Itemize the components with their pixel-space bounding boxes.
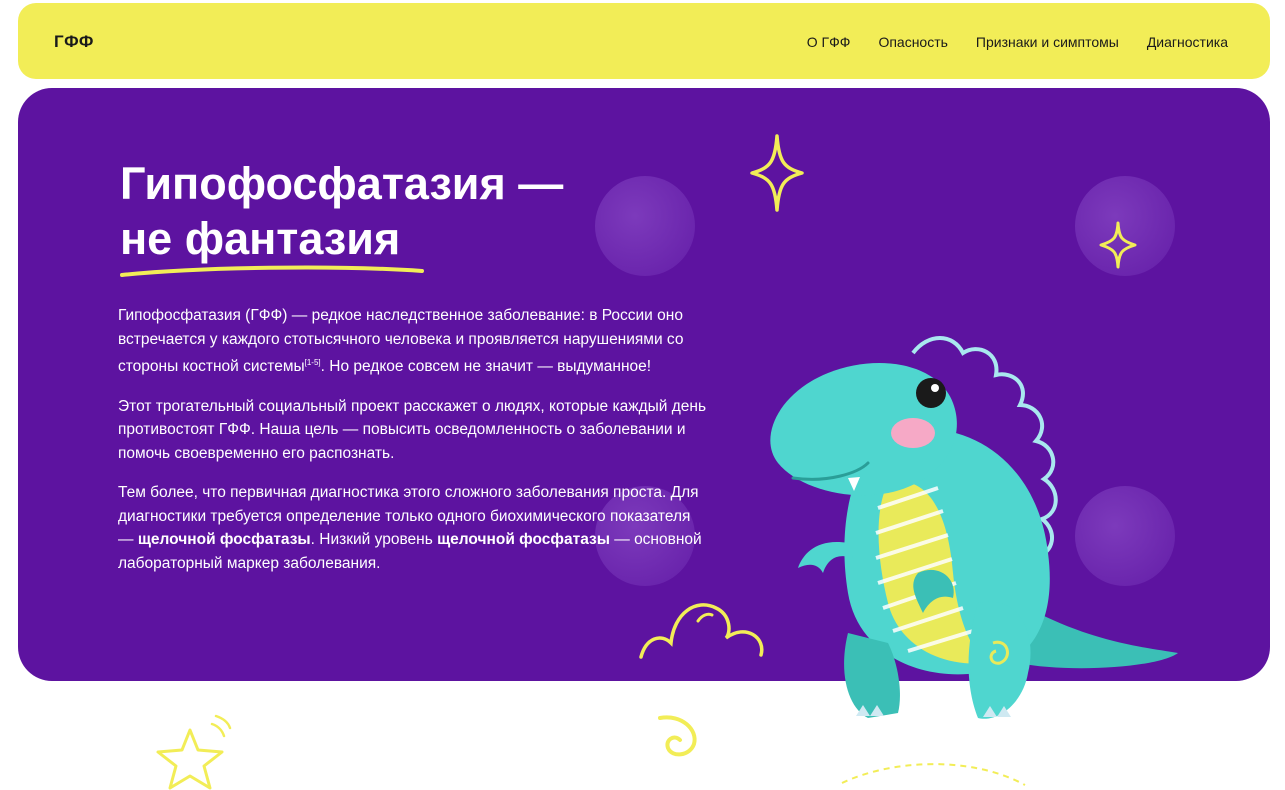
nav-link-about[interactable]: О ГФФ xyxy=(807,34,851,50)
hero-title-line-2: не фантазия xyxy=(120,213,401,264)
star-icon xyxy=(156,714,232,790)
dinosaur-illustration xyxy=(770,336,1178,719)
hero-section: Гипофосфатазия — не фантазия Гипофосфата… xyxy=(18,88,1270,719)
hero-paragraph-2: Этот трогательный социальный проект расс… xyxy=(118,397,707,462)
sparkle-icon xyxy=(1099,221,1137,269)
swirl-icon xyxy=(658,715,697,757)
hero-title-line-1: Гипофосфатазия — xyxy=(120,158,564,209)
nav-link-diagnostics[interactable]: Диагностика xyxy=(1147,34,1228,50)
nav-link-symptoms[interactable]: Признаки и симптомы xyxy=(976,34,1119,50)
hero-title: Гипофосфатазия — не фантазия xyxy=(120,156,563,266)
hero-paragraph-1: Гипофосфатазия (ГФФ) — редкое наследстве… xyxy=(118,307,684,376)
hero-description: Гипофосфатазия (ГФФ) — редкое наследстве… xyxy=(118,304,708,591)
top-navbar: ГФФ О ГФФ Опасность Признаки и симптомы … xyxy=(18,3,1270,79)
title-underline-decoration xyxy=(120,265,424,277)
bubble-decoration xyxy=(595,176,695,276)
main-nav: О ГФФ Опасность Признаки и симптомы Диаг… xyxy=(807,34,1228,50)
sparkle-icon xyxy=(750,134,804,212)
reference-superscript[interactable]: [1-5] xyxy=(305,358,321,367)
nav-link-danger[interactable]: Опасность xyxy=(878,34,947,50)
hero-paragraph-3: Тем более, что первичная диагностика это… xyxy=(118,484,702,572)
site-logo[interactable]: ГФФ xyxy=(54,32,94,52)
dashed-line-decoration xyxy=(841,763,1026,786)
